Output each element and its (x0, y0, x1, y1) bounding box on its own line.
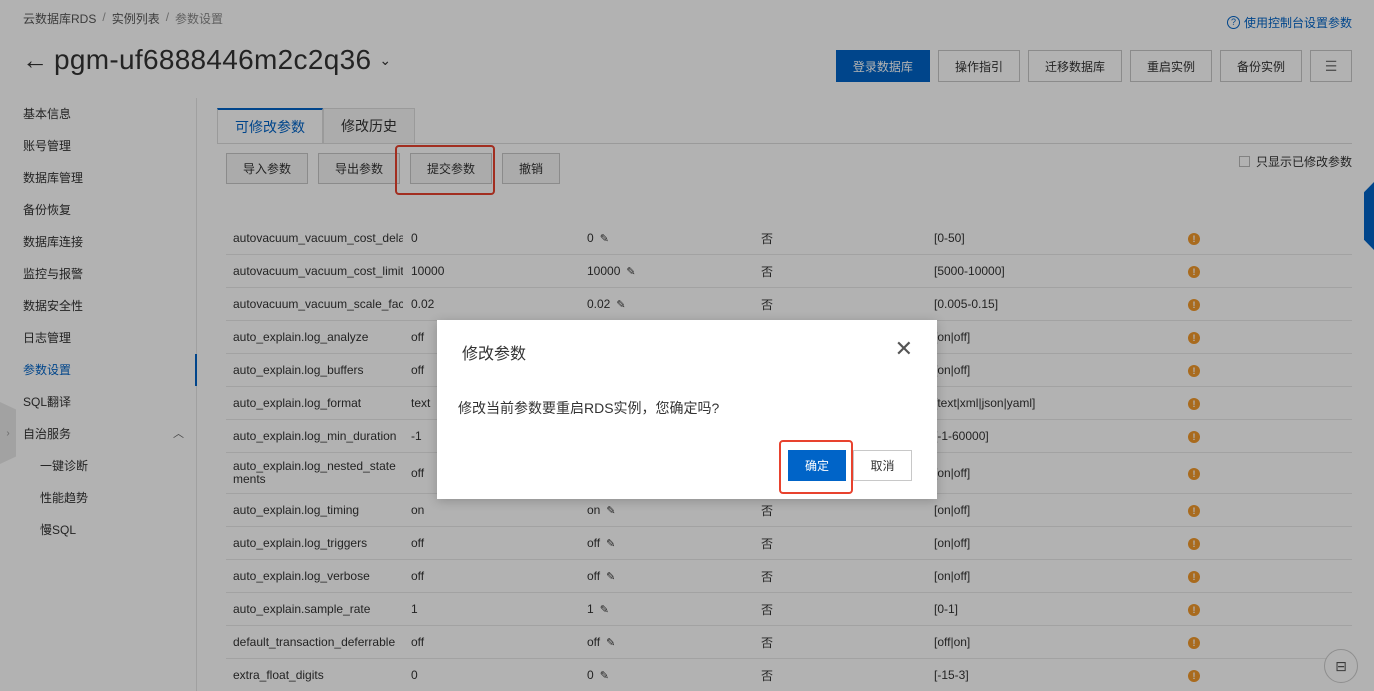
confirm-dialog: 修改参数 ✕ 修改当前参数要重启RDS实例，您确定吗? 确定 取消 (437, 320, 937, 499)
dialog-title: 修改参数 (462, 346, 527, 363)
close-icon[interactable]: ✕ (895, 338, 913, 360)
dialog-message: 修改当前参数要重启RDS实例，您确定吗? (458, 400, 720, 416)
cancel-button[interactable]: 取消 (853, 450, 912, 481)
confirm-highlight (779, 440, 853, 494)
